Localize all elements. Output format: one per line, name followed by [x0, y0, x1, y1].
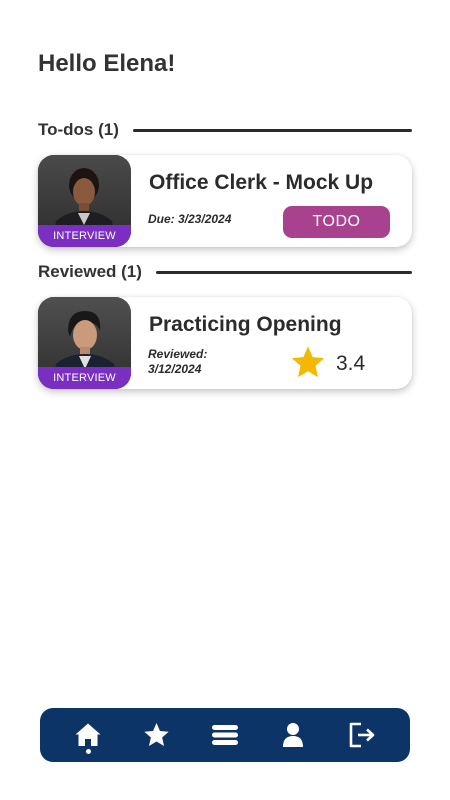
section-divider [132, 128, 412, 132]
reviewed-section-label: Reviewed (1) [38, 262, 142, 281]
reviewed-card[interactable]: INTERVIEW Practicing Opening Reviewed: 3… [38, 297, 412, 389]
page-title: Hello Elena! [38, 50, 176, 77]
nav-home[interactable] [67, 714, 109, 756]
avatar: INTERVIEW [38, 297, 131, 389]
nav-profile[interactable] [272, 714, 314, 756]
bottom-nav [40, 708, 410, 762]
todos-section-label: To-dos (1) [38, 120, 119, 139]
card-title: Office Clerk - Mock Up [149, 171, 374, 194]
nav-favorites[interactable] [136, 714, 178, 756]
menu-icon [211, 725, 238, 745]
interview-tag: INTERVIEW [38, 367, 131, 389]
active-indicator [85, 749, 91, 754]
nav-menu[interactable] [204, 714, 246, 756]
home-icon [75, 723, 101, 746]
todo-card[interactable]: INTERVIEW Office Clerk - Mock Up Due: 3/… [38, 155, 412, 247]
interview-tag: INTERVIEW [38, 225, 131, 247]
user-icon [283, 723, 304, 747]
nav-logout[interactable] [341, 714, 383, 756]
due-date: Due: 3/23/2024 [148, 212, 232, 226]
section-divider [155, 270, 412, 274]
reviewed-label: Reviewed: [148, 347, 208, 361]
avatar: INTERVIEW [38, 155, 131, 247]
todo-button[interactable]: TODO [283, 206, 390, 238]
card-title: Practicing Opening [149, 313, 342, 336]
reviewed-section-header: Reviewed (1) [38, 260, 412, 284]
todos-section-header: To-dos (1) [38, 118, 412, 142]
reviewed-date: Reviewed: 3/12/2024 [148, 347, 207, 377]
star-icon [144, 722, 169, 747]
rating-value: 3.4 [336, 352, 366, 375]
reviewed-date-value: 3/12/2024 [148, 362, 202, 376]
logout-icon [349, 722, 375, 748]
star-icon [291, 346, 325, 378]
